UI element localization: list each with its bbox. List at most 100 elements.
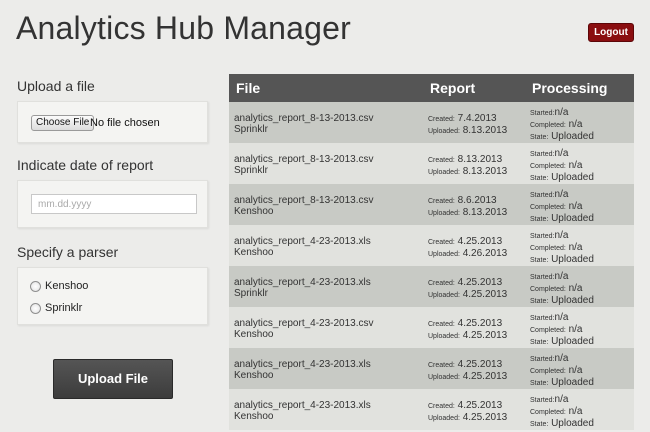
completed-value: n/a (568, 242, 583, 253)
report-cell: Created: 4.25.2013 Uploaded: 4.25.2013 (428, 400, 507, 424)
upload-label: Upload a file (17, 78, 95, 94)
processing-cell: Started:n/a Completed: n/a State: Uploaded (530, 230, 594, 266)
state-value: Uploaded (551, 213, 594, 224)
logout-button[interactable]: Logout (588, 23, 634, 42)
table-row[interactable]: analytics_report_8-13-2013.csv Kenshoo Cre… (229, 184, 634, 225)
uploaded-label: Uploaded: (428, 251, 460, 258)
created-label: Created: (428, 403, 455, 410)
column-header-processing[interactable]: Processing (532, 80, 607, 96)
upload-file-button[interactable]: Upload File (53, 359, 173, 399)
created-label: Created: (428, 198, 455, 205)
completed-label: Completed: (530, 409, 566, 416)
table-row[interactable]: analytics_report_4-23-2013.xls Kenshoo Cre… (229, 348, 634, 389)
parser-name: Kenshoo (234, 411, 274, 422)
radio-button[interactable] (30, 302, 41, 314)
state-value: Uploaded (551, 377, 594, 388)
parser-label: Specify a parser (17, 244, 119, 260)
state-value: Uploaded (551, 172, 594, 183)
state-label: State: (530, 421, 549, 428)
started-label: Started: (530, 233, 555, 240)
parser-option-kenshoo[interactable]: Kenshoo (30, 279, 88, 293)
uploaded-value: 8.13.2013 (462, 166, 508, 177)
table-row[interactable]: analytics_report_4-23-2013.xls Kenshoo Cre… (229, 389, 634, 430)
radio-button[interactable] (30, 280, 41, 292)
completed-value: n/a (568, 365, 583, 376)
report-cell: Created: 4.25.2013 Uploaded: 4.25.2013 (428, 359, 507, 383)
started-value: n/a (554, 148, 569, 159)
parser-name: Kenshoo (234, 206, 274, 217)
file-cell: analytics_report_4-23-2013.xls Kenshoo (234, 236, 371, 258)
report-cell: Created: 4.25.2013 Uploaded: 4.26.2013 (428, 236, 507, 260)
completed-label: Completed: (530, 327, 566, 334)
file-name[interactable]: analytics_report_4-23-2013.xls (234, 400, 371, 411)
report-cell: Created: 4.25.2013 Uploaded: 4.25.2013 (428, 277, 507, 301)
parser-option-sprinklr[interactable]: Sprinklr (30, 301, 82, 315)
created-label: Created: (428, 362, 455, 369)
processing-cell: Started:n/a Completed: n/a State: Uploaded (530, 353, 594, 389)
started-value: n/a (554, 189, 569, 200)
parser-option-label: Sprinklr (45, 302, 83, 314)
table-row[interactable]: analytics_report_8-13-2013.csv Sprinklr Cr… (229, 102, 634, 143)
table-header: File Report Processing (229, 74, 634, 102)
date-input[interactable] (31, 194, 197, 214)
processing-cell: Started:n/a Completed: n/a State: Uploaded (530, 394, 594, 430)
started-label: Started: (530, 192, 555, 199)
file-name[interactable]: analytics_report_4-23-2013.xls (234, 359, 371, 370)
file-name[interactable]: analytics_report_8-13-2013.csv (234, 195, 374, 206)
file-name[interactable]: analytics_report_4-23-2013.xls (234, 236, 371, 247)
created-value: 4.25.2013 (457, 359, 503, 370)
upload-panel: Choose File No file chosen (17, 101, 208, 143)
report-cell: Created: 4.25.2013 Uploaded: 4.25.2013 (428, 318, 507, 342)
table-row[interactable]: analytics_report_4-23-2013.xls Kenshoo Cre… (229, 225, 634, 266)
state-value: Uploaded (551, 254, 594, 265)
uploaded-label: Uploaded: (428, 374, 460, 381)
file-cell: analytics_report_4-23-2013.csv Kenshoo (234, 318, 374, 340)
file-name[interactable]: analytics_report_4-23-2013.csv (234, 318, 374, 329)
column-header-report[interactable]: Report (430, 80, 475, 96)
started-label: Started: (530, 356, 555, 363)
file-cell: analytics_report_4-23-2013.xls Sprinklr (234, 277, 371, 299)
created-label: Created: (428, 239, 455, 246)
created-value: 4.25.2013 (457, 236, 503, 247)
started-label: Started: (530, 315, 555, 322)
created-value: 8.6.2013 (457, 195, 497, 206)
table-row[interactable]: analytics_report_4-23-2013.xls Sprinklr Cr… (229, 266, 634, 307)
parser-name: Kenshoo (234, 329, 274, 340)
completed-label: Completed: (530, 286, 566, 293)
processing-cell: Started:n/a Completed: n/a State: Uploaded (530, 107, 594, 143)
file-cell: analytics_report_8-13-2013.csv Sprinklr (234, 154, 374, 176)
choose-file-button[interactable]: Choose File (31, 115, 95, 131)
column-header-file[interactable]: File (236, 80, 260, 96)
state-value: Uploaded (551, 295, 594, 306)
table-body: analytics_report_8-13-2013.csv Sprinklr Cr… (229, 102, 634, 430)
created-value: 4.25.2013 (457, 318, 503, 329)
completed-label: Completed: (530, 368, 566, 375)
state-value: Uploaded (551, 131, 594, 142)
uploaded-label: Uploaded: (428, 333, 460, 340)
page: Analytics Hub Manager Logout Upload a fi… (0, 0, 650, 432)
file-cell: analytics_report_8-13-2013.csv Sprinklr (234, 113, 374, 135)
started-value: n/a (554, 312, 569, 323)
uploaded-label: Uploaded: (428, 210, 460, 217)
processing-cell: Started:n/a Completed: n/a State: Uploaded (530, 312, 594, 348)
started-value: n/a (554, 107, 569, 118)
file-name[interactable]: analytics_report_8-13-2013.csv (234, 113, 374, 124)
report-cell: Created: 8.6.2013 Uploaded: 8.13.2013 (428, 195, 507, 219)
created-label: Created: (428, 157, 455, 164)
completed-label: Completed: (530, 163, 566, 170)
file-name[interactable]: analytics_report_8-13-2013.csv (234, 154, 374, 165)
table-row[interactable]: analytics_report_8-13-2013.csv Sprinklr Cr… (229, 143, 634, 184)
completed-value: n/a (568, 201, 583, 212)
uploaded-label: Uploaded: (428, 415, 460, 422)
created-label: Created: (428, 280, 455, 287)
parser-name: Kenshoo (234, 370, 274, 381)
uploaded-label: Uploaded: (428, 169, 460, 176)
parser-name: Sprinklr (234, 288, 268, 299)
uploaded-value: 4.25.2013 (462, 289, 508, 300)
table-row[interactable]: analytics_report_4-23-2013.csv Kenshoo Cre… (229, 307, 634, 348)
processing-cell: Started:n/a Completed: n/a State: Uploaded (530, 189, 594, 225)
uploaded-label: Uploaded: (428, 292, 460, 299)
file-name[interactable]: analytics_report_4-23-2013.xls (234, 277, 371, 288)
started-value: n/a (554, 353, 569, 364)
report-cell: Created: 8.13.2013 Uploaded: 8.13.2013 (428, 154, 507, 178)
